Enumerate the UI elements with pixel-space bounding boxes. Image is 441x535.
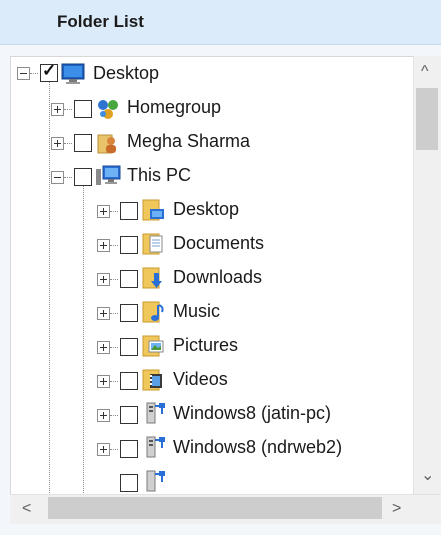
tree-item-label: Homegroup — [127, 97, 222, 117]
network-drive-icon — [141, 468, 167, 494]
tree-connector — [64, 143, 72, 144]
folder-checkbox[interactable] — [120, 440, 138, 458]
tree-item-desktop-root[interactable]: Desktop — [11, 57, 414, 91]
computer-icon — [95, 163, 121, 189]
tree-item-network-drive[interactable]: Windows8 (ndrweb2) — [11, 431, 414, 465]
tree-item-label: Windows8 (jatin-pc) — [173, 403, 332, 423]
panel-bottom-edge — [0, 524, 441, 535]
tree-item-label: Videos — [173, 369, 228, 389]
pictures-folder-icon — [141, 333, 167, 359]
expand-toggle[interactable] — [97, 307, 110, 320]
tree-item-pictures[interactable]: Pictures — [11, 329, 414, 363]
tree-connector — [110, 449, 118, 450]
scroll-up-arrow[interactable]: ^ — [421, 64, 429, 80]
tree-item-this-pc[interactable]: This PC — [11, 159, 414, 193]
downloads-folder-icon — [141, 265, 167, 291]
expand-toggle[interactable] — [97, 341, 110, 354]
expand-toggle[interactable] — [97, 205, 110, 218]
tree-item-label: Windows8 (ndrweb2) — [173, 437, 343, 457]
user-folder-icon — [95, 130, 121, 156]
folder-tree[interactable]: Desktop Homegroup Megha Sharma — [10, 56, 415, 495]
folder-checkbox[interactable] — [120, 372, 138, 390]
expand-toggle[interactable] — [97, 409, 110, 422]
tree-connector — [30, 73, 38, 74]
tree-item-label: Music — [173, 301, 221, 321]
desktop-folder-icon — [141, 197, 167, 223]
network-drive-icon — [141, 434, 167, 460]
folder-checkbox[interactable] — [120, 406, 138, 424]
tree-item-label: Documents — [173, 233, 265, 253]
tree-item-label: Downloads — [173, 267, 263, 287]
folder-checkbox[interactable] — [40, 61, 58, 82]
folder-checkbox[interactable] — [74, 168, 92, 186]
scroll-left-arrow[interactable]: < — [22, 501, 31, 517]
scroll-right-arrow[interactable]: > — [392, 501, 401, 517]
tree-item-label: Megha Sharma — [127, 131, 251, 151]
folder-checkbox[interactable] — [74, 134, 92, 152]
folder-list-title: Folder List — [57, 12, 144, 31]
tree-item-label: This PC — [127, 165, 192, 185]
vertical-scroll-thumb[interactable] — [416, 88, 438, 150]
expand-toggle[interactable] — [97, 273, 110, 286]
tree-item-music[interactable]: Music — [11, 295, 414, 329]
collapse-toggle[interactable] — [51, 171, 64, 184]
expand-toggle[interactable] — [51, 103, 64, 116]
tree-connector — [110, 211, 118, 212]
tree-item-videos[interactable]: Videos — [11, 363, 414, 397]
tree-item-partial — [11, 465, 414, 495]
tree-item-user[interactable]: Megha Sharma — [11, 125, 414, 159]
videos-folder-icon — [141, 367, 167, 393]
expand-toggle[interactable] — [97, 375, 110, 388]
folder-checkbox[interactable] — [120, 474, 138, 492]
tree-item-desktop[interactable]: Desktop — [11, 193, 414, 227]
tree-item-label: Desktop — [173, 199, 240, 219]
tree-item-label: Pictures — [173, 335, 239, 355]
network-drive-icon — [141, 400, 167, 426]
tree-connector — [110, 245, 118, 246]
tree-item-network-drive[interactable]: Windows8 (jatin-pc) — [11, 397, 414, 431]
folder-list-panel: Folder List Desktop Homegroup — [0, 0, 441, 535]
folder-checkbox[interactable] — [120, 338, 138, 356]
tree-connector — [64, 109, 72, 110]
folder-checkbox[interactable] — [74, 100, 92, 118]
tree-item-documents[interactable]: Documents — [11, 227, 414, 261]
expand-toggle[interactable] — [97, 443, 110, 456]
documents-folder-icon — [141, 231, 167, 257]
expand-toggle[interactable] — [97, 239, 110, 252]
expand-toggle[interactable] — [51, 137, 64, 150]
folder-checkbox[interactable] — [120, 202, 138, 220]
folder-checkbox[interactable] — [120, 236, 138, 254]
collapse-toggle[interactable] — [17, 67, 30, 80]
tree-connector — [110, 381, 118, 382]
homegroup-icon — [95, 96, 121, 122]
tree-item-homegroup[interactable]: Homegroup — [11, 91, 414, 125]
scroll-down-arrow[interactable]: ⌄ — [421, 468, 434, 484]
tree-connector — [110, 347, 118, 348]
folder-list-header: Folder List — [0, 0, 441, 45]
tree-item-downloads[interactable]: Downloads — [11, 261, 414, 295]
tree-item-label: Desktop — [93, 63, 160, 83]
tree-connector — [110, 279, 118, 280]
tree-connector — [110, 415, 118, 416]
music-folder-icon — [141, 299, 167, 325]
tree-connector — [110, 313, 118, 314]
tree-connector — [64, 177, 72, 178]
folder-checkbox[interactable] — [120, 270, 138, 288]
folder-checkbox[interactable] — [120, 304, 138, 322]
monitor-icon — [60, 60, 86, 86]
horizontal-scroll-thumb[interactable] — [48, 497, 382, 519]
